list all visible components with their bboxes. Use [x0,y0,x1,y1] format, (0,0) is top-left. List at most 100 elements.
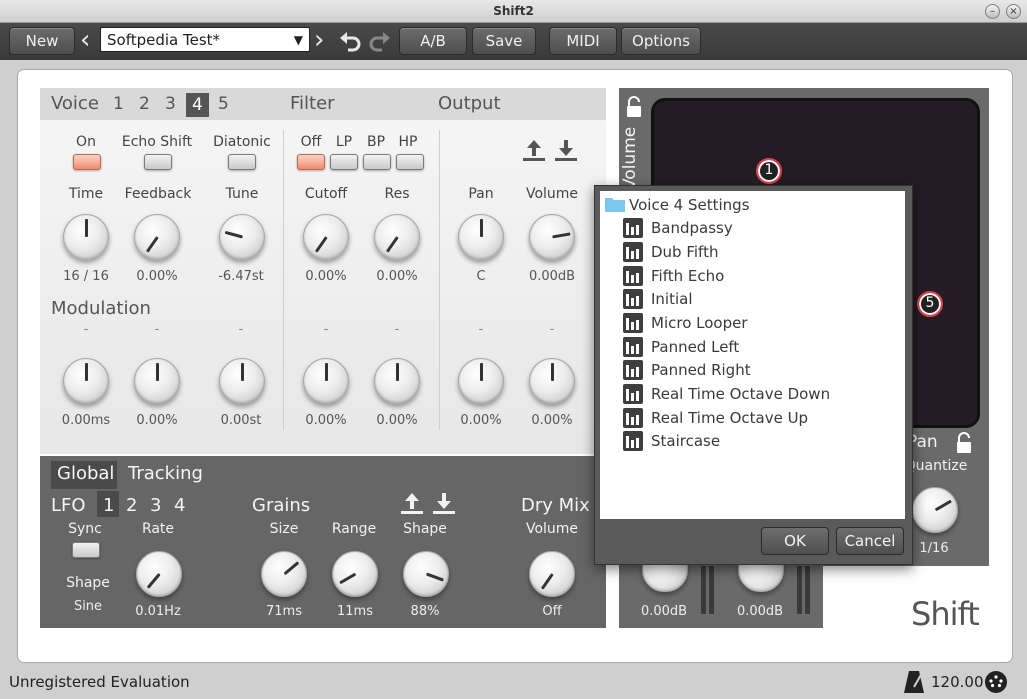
grains-label: Grains [252,495,311,516]
lfo-tab-2[interactable]: 2 [126,495,137,516]
tree-item[interactable]: Dub Fifth [651,243,718,261]
shift-logo: Shift [911,595,980,633]
feedback-knob[interactable] [134,214,180,260]
pan-mod-knob[interactable] [458,358,504,404]
ab-button[interactable]: A/B [399,27,467,55]
preset-icon [623,337,643,357]
res-value: 0.00% [376,269,418,284]
tab-tracking[interactable]: Tracking [128,463,203,484]
tree-item[interactable]: Initial [651,290,693,308]
feedback-value: 0.00% [136,269,178,284]
xy-node-1[interactable]: 1 [756,158,782,184]
tree-item[interactable]: Micro Looper [651,314,748,332]
filter-off-toggle[interactable] [297,154,325,170]
quantize-knob[interactable] [912,487,958,533]
quantize-value: 1/16 [919,541,949,556]
pan-knob[interactable] [458,214,504,260]
volume-mod-value: 0.00% [531,413,573,428]
drymix-volume-knob[interactable] [529,551,575,597]
cutoff-knob[interactable] [303,214,349,260]
xy-node-5[interactable]: 5 [917,291,943,317]
time-mod-knob[interactable] [63,358,109,404]
mod-dash: - [83,322,89,337]
shape-value[interactable]: Sine [58,599,118,614]
cancel-button[interactable]: Cancel [836,527,904,555]
ok-button[interactable]: OK [761,527,829,555]
chevron-down-icon: ▼ [293,33,303,47]
preset-tree[interactable] [600,191,905,519]
voice-tab-5[interactable]: 5 [218,94,229,114]
volume-knob[interactable] [529,214,575,260]
tree-item[interactable]: Fifth Echo [651,267,724,285]
volume-mod-knob[interactable] [529,358,575,404]
feedback-mod-knob[interactable] [134,358,180,404]
meter [805,566,810,614]
res-knob[interactable] [374,214,420,260]
midi-port-icon[interactable] [984,670,1008,694]
range-knob[interactable] [332,551,378,597]
diatonic-toggle[interactable] [228,154,256,170]
mod-dash: - [394,322,400,337]
undo-icon[interactable] [338,28,362,52]
grains-shape-knob[interactable] [403,551,449,597]
size-knob[interactable] [261,551,307,597]
filter-hp-toggle[interactable] [396,154,424,170]
tune-mod-knob[interactable] [219,358,265,404]
filter-lp-toggle[interactable] [330,154,358,170]
global-panel [40,456,606,628]
cutoff-mod-knob[interactable] [303,358,349,404]
folder-icon [605,198,625,212]
grains-export-icon[interactable] [400,491,424,517]
midi-button[interactable]: MIDI [549,27,617,55]
tree-item[interactable]: Bandpassy [651,219,733,237]
cutoff-mod-value: 0.00% [305,413,347,428]
time-value: 16 / 16 [63,269,109,284]
tab-global[interactable]: Global [57,463,114,484]
time-mod-value: 0.00ms [61,413,111,428]
diatonic-label: Diatonic [213,134,271,150]
lfo-tab-3[interactable]: 3 [150,495,161,516]
lfo-tab-4[interactable]: 4 [174,495,185,516]
preset-select[interactable]: Softpedia Test* ▼ [100,27,310,52]
options-button[interactable]: Options [621,27,701,55]
lock-open-icon[interactable] [955,432,973,454]
sync-toggle[interactable] [72,542,100,558]
res-mod-knob[interactable] [374,358,420,404]
tune-knob[interactable] [219,214,265,260]
time-knob[interactable] [63,214,109,260]
prev-preset-icon[interactable]: ‹ [80,27,90,53]
tree-item[interactable]: Panned Left [651,338,739,356]
voice-tab-1[interactable]: 1 [113,94,124,114]
tree-item[interactable]: Real Time Octave Down [651,385,830,403]
save-button[interactable]: Save [472,27,536,55]
voice-tab-3[interactable]: 3 [165,94,176,114]
echo-shift-toggle[interactable] [144,154,172,170]
filter-bp-toggle[interactable] [363,154,391,170]
new-button[interactable]: New [9,27,75,55]
close-icon[interactable]: × [1006,4,1021,19]
preset-icon [623,431,643,451]
import-icon[interactable] [554,138,578,164]
on-toggle[interactable] [73,154,101,170]
lock-open-icon[interactable] [625,96,643,118]
preset-icon [623,408,643,428]
voice-title: Voice [51,93,99,114]
range-value: 11ms [337,604,373,619]
metronome-icon[interactable] [902,669,926,695]
tree-root[interactable]: Voice 4 Settings [629,196,750,214]
tree-item[interactable]: Real Time Octave Up [651,409,808,427]
tune-label: Tune [225,186,259,202]
rate-knob[interactable] [136,551,182,597]
voice-tab-2[interactable]: 2 [139,94,150,114]
tree-item[interactable]: Staircase [651,432,720,450]
next-preset-icon[interactable]: › [314,27,324,53]
voice-tab-4[interactable]: 4 [186,93,209,117]
export-icon[interactable] [522,138,546,164]
pan-value: C [476,269,486,284]
minimize-icon[interactable]: – [985,4,1000,19]
tree-item[interactable]: Panned Right [651,361,751,379]
preset-icon [623,384,643,404]
lfo-tab-1[interactable]: 1 [103,495,114,516]
grains-import-icon[interactable] [432,491,456,517]
redo-icon[interactable] [368,28,392,52]
